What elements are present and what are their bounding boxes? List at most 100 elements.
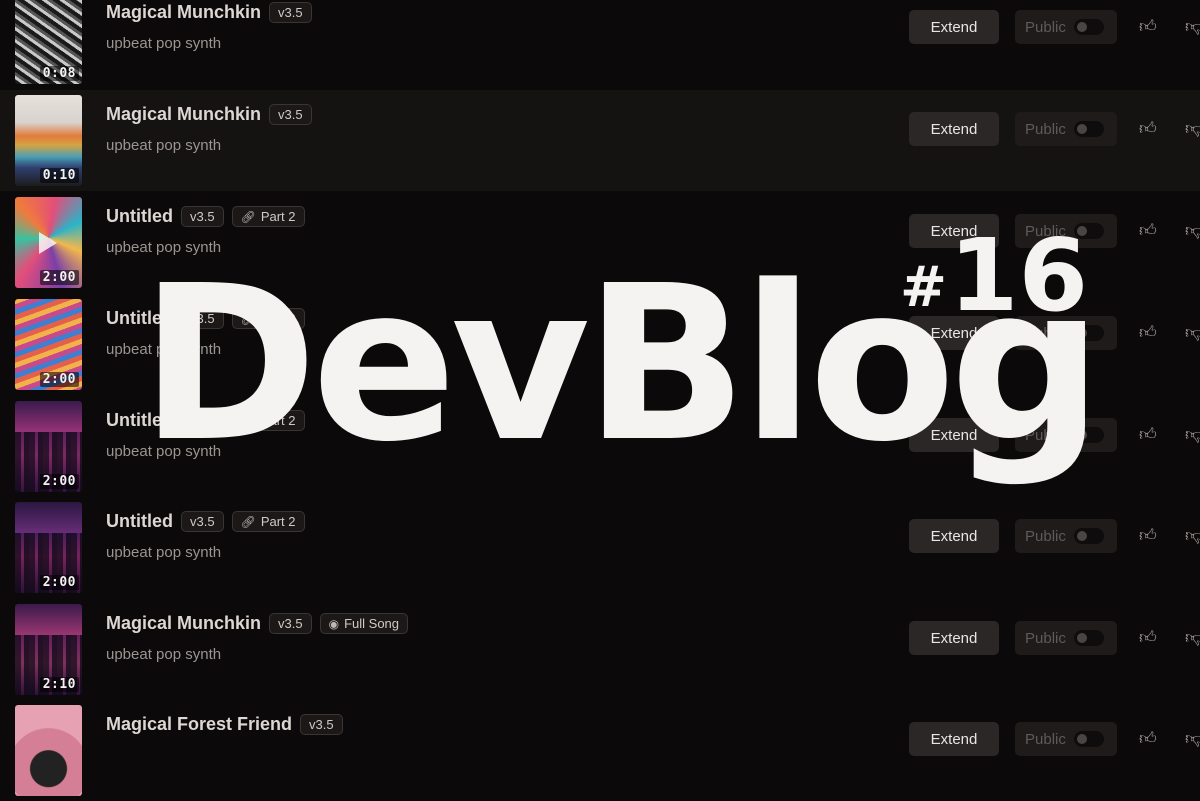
song-title[interactable]: Magical Munchkin <box>106 2 261 23</box>
part-badge[interactable]: 🔗︎ Part 2 <box>231 206 305 227</box>
extend-button[interactable]: Extend <box>909 316 999 350</box>
song-row[interactable]: 2:00 Untitled v3.5 🔗︎ Part 2 upbeat pop s… <box>0 497 1200 598</box>
extend-button[interactable]: Extend <box>909 214 999 248</box>
song-row[interactable]: 0:10 Magical Munchkin v3.5 upbeat pop sy… <box>0 90 1200 191</box>
song-style: upbeat pop synth <box>106 137 222 154</box>
version-badge: v3.5 <box>269 613 312 634</box>
extend-button[interactable]: Extend <box>909 722 999 756</box>
link-icon: 🔗︎ <box>240 311 256 326</box>
song-duration: 0:10 <box>39 168 79 183</box>
thumbs-up-icon[interactable]: 👍︎ <box>1139 118 1157 139</box>
thumbs-down-icon[interactable]: 👎︎ <box>1185 16 1200 37</box>
extend-button[interactable]: Extend <box>909 10 999 44</box>
thumbs-down-icon[interactable]: 👎︎ <box>1185 220 1200 241</box>
toggle-switch[interactable] <box>1073 19 1104 35</box>
toggle-switch[interactable] <box>1073 427 1104 443</box>
public-toggle[interactable]: Public <box>1015 621 1117 655</box>
thumbs-up-icon[interactable]: 👍︎ <box>1139 16 1157 37</box>
public-label: Public <box>1025 324 1066 342</box>
song-cover[interactable]: 2:00 <box>15 401 82 492</box>
song-title[interactable]: Untitled <box>106 308 173 329</box>
link-icon: 🔗︎ <box>240 514 256 529</box>
badge-label: Part 2 <box>260 311 296 326</box>
song-title[interactable]: Untitled <box>106 410 173 431</box>
public-toggle[interactable]: Public <box>1015 722 1117 756</box>
song-cover[interactable]: 2:00 <box>15 502 82 593</box>
badge-label: Part 2 <box>260 413 296 428</box>
part-badge[interactable]: 🔗︎ Part 2 <box>231 308 305 329</box>
song-row[interactable]: Magical Forest Friend v3.5 Extend Public… <box>0 700 1200 801</box>
thumbs-up-icon[interactable]: 👍︎ <box>1139 627 1157 648</box>
toggle-switch[interactable] <box>1073 528 1104 544</box>
badge-label: Part 2 <box>260 209 296 224</box>
song-row[interactable]: 2:10 Magical Munchkin v3.5 ◉ Full Song up… <box>0 599 1200 700</box>
song-duration: 2:00 <box>39 575 79 590</box>
song-cover[interactable]: 2:00 <box>15 197 82 288</box>
song-cover[interactable]: 2:10 <box>15 604 82 695</box>
thumbs-down-icon[interactable]: 👎︎ <box>1185 118 1200 139</box>
thumbs-down-icon[interactable]: 👎︎ <box>1185 322 1200 343</box>
public-toggle[interactable]: Public <box>1015 316 1117 350</box>
public-label: Public <box>1025 222 1066 240</box>
song-cover[interactable] <box>15 705 82 796</box>
public-toggle[interactable]: Public <box>1015 214 1117 248</box>
toggle-switch[interactable] <box>1073 223 1104 239</box>
link-icon: 🔗︎ <box>240 209 256 224</box>
part-badge[interactable]: 🔗︎ Part 2 <box>231 511 305 532</box>
play-icon[interactable] <box>39 232 57 254</box>
part-badge[interactable]: 🔗︎ Part 2 <box>231 410 305 431</box>
extend-button[interactable]: Extend <box>909 112 999 146</box>
song-style: upbeat pop synth <box>106 443 222 460</box>
thumbs-up-icon[interactable]: 👍︎ <box>1139 424 1157 445</box>
public-label: Public <box>1025 18 1066 36</box>
version-badge: v3.5 <box>269 2 312 23</box>
song-style: upbeat pop synth <box>106 341 222 358</box>
public-label: Public <box>1025 730 1066 748</box>
extend-button[interactable]: Extend <box>909 621 999 655</box>
song-cover[interactable]: 0:10 <box>15 95 82 186</box>
version-badge: v3.5 <box>300 714 343 735</box>
thumbs-up-icon[interactable]: 👍︎ <box>1139 525 1157 546</box>
song-cover[interactable]: 0:08 <box>15 0 82 84</box>
version-badge: v3.5 <box>181 511 224 532</box>
song-duration: 2:10 <box>39 677 79 692</box>
song-duration: 2:00 <box>39 270 79 285</box>
thumbs-down-icon[interactable]: 👎︎ <box>1185 728 1200 749</box>
song-row[interactable]: 2:00 Untitled v3.5 🔗︎ Part 2 upbeat pop s… <box>0 396 1200 497</box>
song-row[interactable]: 0:08 Magical Munchkin v3.5 upbeat pop sy… <box>0 0 1200 89</box>
toggle-switch[interactable] <box>1073 630 1104 646</box>
song-title[interactable]: Magical Munchkin <box>106 104 261 125</box>
song-row[interactable]: 2:00 Untitled v3.5 🔗︎ Part 2 upbeat pop s… <box>0 294 1200 395</box>
public-toggle[interactable]: Public <box>1015 418 1117 452</box>
toggle-switch[interactable] <box>1073 121 1104 137</box>
thumbs-down-icon[interactable]: 👎︎ <box>1185 424 1200 445</box>
version-badge: v3.5 <box>181 410 224 431</box>
public-toggle[interactable]: Public <box>1015 519 1117 553</box>
thumbs-up-icon[interactable]: 👍︎ <box>1139 220 1157 241</box>
public-toggle[interactable]: Public <box>1015 10 1117 44</box>
song-style: upbeat pop synth <box>106 35 222 52</box>
song-row[interactable]: 2:00 Untitled v3.5 🔗︎ Part 2 upbeat pop s… <box>0 192 1200 293</box>
full-song-badge[interactable]: ◉ Full Song <box>319 613 409 634</box>
song-style: upbeat pop synth <box>106 646 222 663</box>
thumbs-down-icon[interactable]: 👎︎ <box>1185 627 1200 648</box>
link-icon: 🔗︎ <box>240 413 256 428</box>
badge-label: Full Song <box>344 616 400 631</box>
full-song-icon: ◉ <box>328 616 340 631</box>
song-title[interactable]: Magical Munchkin <box>106 613 261 634</box>
thumbs-up-icon[interactable]: 👍︎ <box>1139 728 1157 749</box>
extend-button[interactable]: Extend <box>909 418 999 452</box>
public-toggle[interactable]: Public <box>1015 112 1117 146</box>
public-label: Public <box>1025 426 1066 444</box>
extend-button[interactable]: Extend <box>909 519 999 553</box>
song-title[interactable]: Untitled <box>106 511 173 532</box>
thumbs-up-icon[interactable]: 👍︎ <box>1139 322 1157 343</box>
public-label: Public <box>1025 629 1066 647</box>
thumbs-down-icon[interactable]: 👎︎ <box>1185 525 1200 546</box>
song-cover[interactable]: 2:00 <box>15 299 82 390</box>
toggle-switch[interactable] <box>1073 325 1104 341</box>
song-title[interactable]: Magical Forest Friend <box>106 714 292 735</box>
toggle-switch[interactable] <box>1073 731 1104 747</box>
song-title[interactable]: Untitled <box>106 206 173 227</box>
badge-label: Part 2 <box>260 514 296 529</box>
